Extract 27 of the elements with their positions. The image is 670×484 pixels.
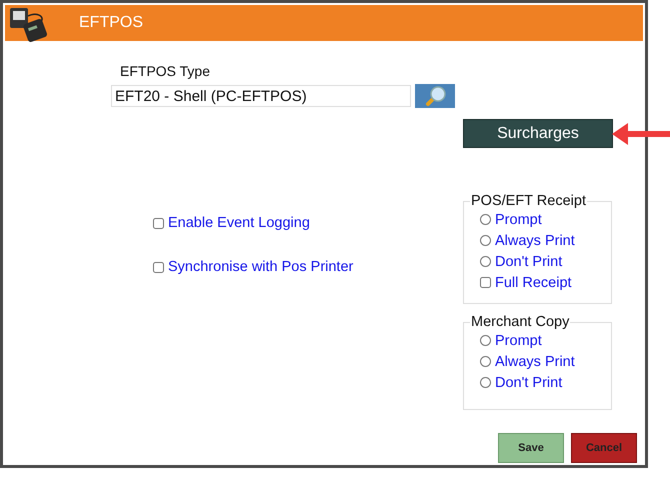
radio-button[interactable] <box>480 256 491 267</box>
option-label[interactable]: Prompt <box>495 332 542 348</box>
radio-button[interactable] <box>480 235 491 246</box>
group-title: Merchant Copy <box>470 314 570 330</box>
option-label[interactable]: Full Receipt <box>495 274 572 290</box>
checkbox[interactable] <box>153 262 164 272</box>
radio-button[interactable] <box>480 377 491 388</box>
option-label[interactable]: Prompt <box>495 212 542 228</box>
save-button[interactable]: Save <box>498 433 564 463</box>
radio-button[interactable] <box>480 335 491 346</box>
radio-button[interactable] <box>480 214 491 225</box>
eftpos-type-field[interactable]: EFT20 - Shell (PC-EFTPOS) <box>111 85 411 107</box>
option-label[interactable]: Always Print <box>495 232 575 248</box>
checkbox[interactable] <box>153 218 164 228</box>
window-title: EFTPOS <box>79 14 144 32</box>
field-label: EFTPOS Type <box>120 63 210 79</box>
option-label[interactable]: Don't Print <box>495 254 562 270</box>
option-label[interactable]: Don't Print <box>495 374 562 390</box>
arrow-icon <box>612 122 670 146</box>
checkbox[interactable] <box>480 277 491 288</box>
option-label[interactable]: Always Print <box>495 354 575 370</box>
option-label[interactable]: Enable Event Logging <box>168 215 310 231</box>
surcharges-button[interactable]: Surcharges <box>463 119 613 148</box>
search-button[interactable] <box>415 84 455 108</box>
option-label[interactable]: Synchronise with Pos Printer <box>168 259 354 275</box>
radio-button[interactable] <box>480 356 491 367</box>
group-title: POS/EFT Receipt <box>470 193 587 209</box>
